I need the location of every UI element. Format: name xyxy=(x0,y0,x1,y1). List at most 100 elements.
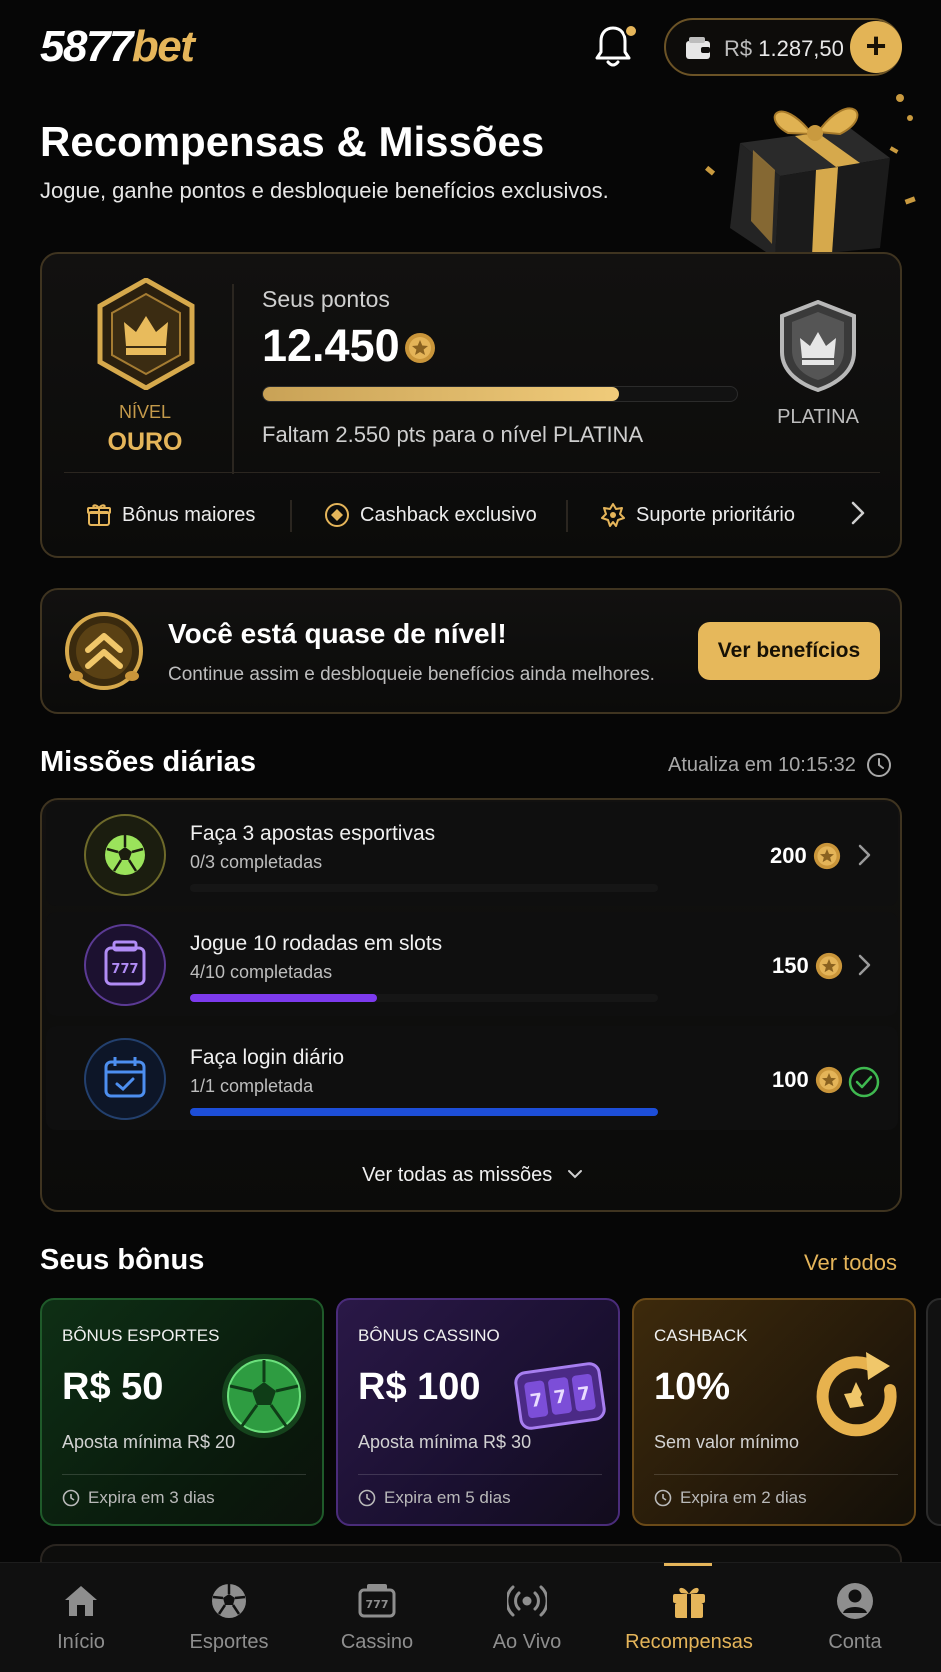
level-up-banner: Você está quase de nível! Continue assim… xyxy=(40,588,902,714)
balance-currency: R$ xyxy=(724,36,753,61)
logo-number: 5877 xyxy=(40,22,133,71)
perk-priority-support[interactable]: Suporte prioritário xyxy=(600,502,795,528)
mission-reward: 200 xyxy=(770,842,841,870)
missions-title: Missões diárias xyxy=(40,746,256,778)
level-banner-subtitle: Continue assim e desbloqueie benefícios … xyxy=(168,664,655,685)
chevron-right-icon[interactable] xyxy=(846,498,870,528)
soccer-ball-icon xyxy=(105,835,145,875)
check-circle-icon xyxy=(848,1066,880,1098)
mission-icon-wrap xyxy=(84,814,166,896)
nav-label: Conta xyxy=(828,1631,882,1653)
bonus-card-casino[interactable]: BÔNUS CASSINO R$ 100 Aposta mínima R$ 30… xyxy=(336,1298,620,1526)
bonus-card-sports[interactable]: BÔNUS ESPORTES R$ 50 Aposta mínima R$ 20… xyxy=(40,1298,324,1526)
star-coin-icon xyxy=(405,333,435,363)
coin-badge-icon xyxy=(325,503,349,527)
nav-item-casino[interactable]: 777 Cassino xyxy=(302,1581,452,1654)
chevron-right-icon[interactable] xyxy=(854,842,874,868)
bonus-subtitle: Aposta mínima R$ 30 xyxy=(358,1432,532,1452)
perk-separator xyxy=(290,500,292,532)
bonus-value: 10% xyxy=(654,1366,731,1408)
gift-box-icon xyxy=(87,504,111,526)
svg-text:777: 777 xyxy=(366,1598,389,1611)
nav-label: Esportes xyxy=(189,1631,269,1653)
mission-title: Faça 3 apostas esportivas xyxy=(190,822,436,845)
bonus-card-cashback[interactable]: CASHBACK 10% Sem valor mínimo Expira em … xyxy=(632,1298,916,1526)
level-label: NÍVEL xyxy=(118,402,172,422)
perk-exclusive-cashback[interactable]: Cashback exclusivo xyxy=(324,502,537,528)
active-tab-indicator xyxy=(664,1563,712,1566)
cashback-refresh-icon xyxy=(816,1352,897,1437)
bottom-navigation: Início Esportes 777 Cassino Ao Vivo Reco… xyxy=(0,1562,941,1672)
balance-text: R$ 1.287,50 xyxy=(724,36,844,62)
mission-icon-wrap xyxy=(84,1038,166,1120)
points-progress-fill xyxy=(263,387,619,401)
nav-item-rewards[interactable]: Recompensas xyxy=(614,1581,764,1654)
points-value: 12.450 xyxy=(262,320,400,371)
clock-icon xyxy=(358,1489,376,1507)
live-icon xyxy=(507,1585,547,1617)
home-icon xyxy=(65,1586,97,1616)
mission-progress-text: 1/1 completada xyxy=(190,1076,314,1096)
bonus-label: BÔNUS ESPORTES xyxy=(62,1326,220,1345)
bonus-subtitle: Aposta mínima R$ 20 xyxy=(62,1432,236,1452)
bonus-value: R$ 50 xyxy=(62,1366,164,1408)
bonus-label: BÔNUS CASSINO xyxy=(358,1326,500,1345)
wallet-balance[interactable]: R$ 1.287,50 + xyxy=(664,18,902,76)
mission-row[interactable]: 777 Jogue 10 rodadas em slots 4/10 compl… xyxy=(46,912,898,1016)
level-banner-title: Você está quase de nível! xyxy=(168,618,507,649)
brand-logo[interactable]: 5877bet xyxy=(40,22,195,72)
bonus-expiry-text: Expira em 3 dias xyxy=(88,1488,215,1507)
clock-icon xyxy=(654,1489,672,1507)
star-coin-icon xyxy=(815,1066,842,1094)
nav-item-live[interactable]: Ao Vivo xyxy=(452,1581,602,1654)
gift-box-illustration xyxy=(705,94,916,258)
svg-text:777: 777 xyxy=(111,962,138,977)
mission-progress-text: 0/3 completadas xyxy=(190,852,323,872)
gold-crown-badge-icon xyxy=(97,278,195,390)
see-all-bonuses-link[interactable]: Ver todos xyxy=(804,1250,897,1276)
mission-progress-text: 4/10 completadas xyxy=(190,962,333,982)
bonus-card-next[interactable] xyxy=(926,1298,941,1526)
soccer-icon xyxy=(212,1584,246,1618)
horizontal-divider xyxy=(64,472,880,473)
level-up-chevrons-icon xyxy=(65,612,143,690)
mission-title: Jogue 10 rodadas em slots xyxy=(190,932,443,955)
see-benefits-button[interactable]: Ver benefícios xyxy=(698,622,880,680)
star-coin-icon xyxy=(813,842,840,870)
chevron-down-icon xyxy=(567,1170,582,1179)
points-progress-bar xyxy=(262,386,738,402)
notification-dot xyxy=(624,24,638,38)
mission-progress-bar xyxy=(190,994,658,1002)
clock-icon xyxy=(866,753,891,777)
gift-icon xyxy=(673,1587,705,1618)
bonus-expiry: Expira em 3 dias xyxy=(62,1488,215,1508)
mission-row[interactable]: Faça login diário 1/1 completada 100 xyxy=(46,1026,898,1130)
perk-separator xyxy=(566,500,568,532)
next-level-label: PLATINA xyxy=(777,406,859,428)
mission-reward: 150 xyxy=(772,952,843,980)
calendar-check-icon xyxy=(104,1057,146,1098)
perk-bigger-bonuses[interactable]: Bônus maiores xyxy=(86,502,255,528)
nav-item-account[interactable]: Conta xyxy=(780,1581,930,1654)
bonuses-title: Seus bônus xyxy=(40,1244,205,1276)
points-card: NÍVEL OURO Seus pontos 12.450 Faltam 2.5… xyxy=(40,252,902,558)
add-funds-button[interactable]: + xyxy=(850,21,902,73)
bonus-divider xyxy=(62,1474,306,1475)
nav-label: Recompensas xyxy=(625,1631,753,1653)
see-all-missions-button[interactable]: Ver todas as missões xyxy=(42,1164,904,1187)
nav-item-sports[interactable]: Esportes xyxy=(154,1581,304,1654)
missions-card: Faça 3 apostas esportivas 0/3 completada… xyxy=(40,798,902,1212)
bonus-divider xyxy=(654,1474,898,1475)
see-all-missions-label: Ver todas as missões xyxy=(362,1164,553,1186)
bonus-subtitle: Sem valor mínimo xyxy=(654,1432,800,1452)
mission-row[interactable]: Faça 3 apostas esportivas 0/3 completada… xyxy=(46,802,898,906)
nav-item-home[interactable]: Início xyxy=(6,1581,156,1654)
page-subtitle: Jogue, ganhe pontos e desbloqueie benefí… xyxy=(40,178,609,203)
star-coin-icon xyxy=(815,952,842,980)
mission-progress-bar xyxy=(190,1108,658,1116)
mission-icon-wrap: 777 xyxy=(84,924,166,1006)
nav-label: Ao Vivo xyxy=(492,1631,562,1653)
mission-reward: 100 xyxy=(772,1066,843,1094)
bonus-expiry-text: Expira em 2 dias xyxy=(680,1488,807,1507)
chevron-right-icon[interactable] xyxy=(854,952,874,978)
